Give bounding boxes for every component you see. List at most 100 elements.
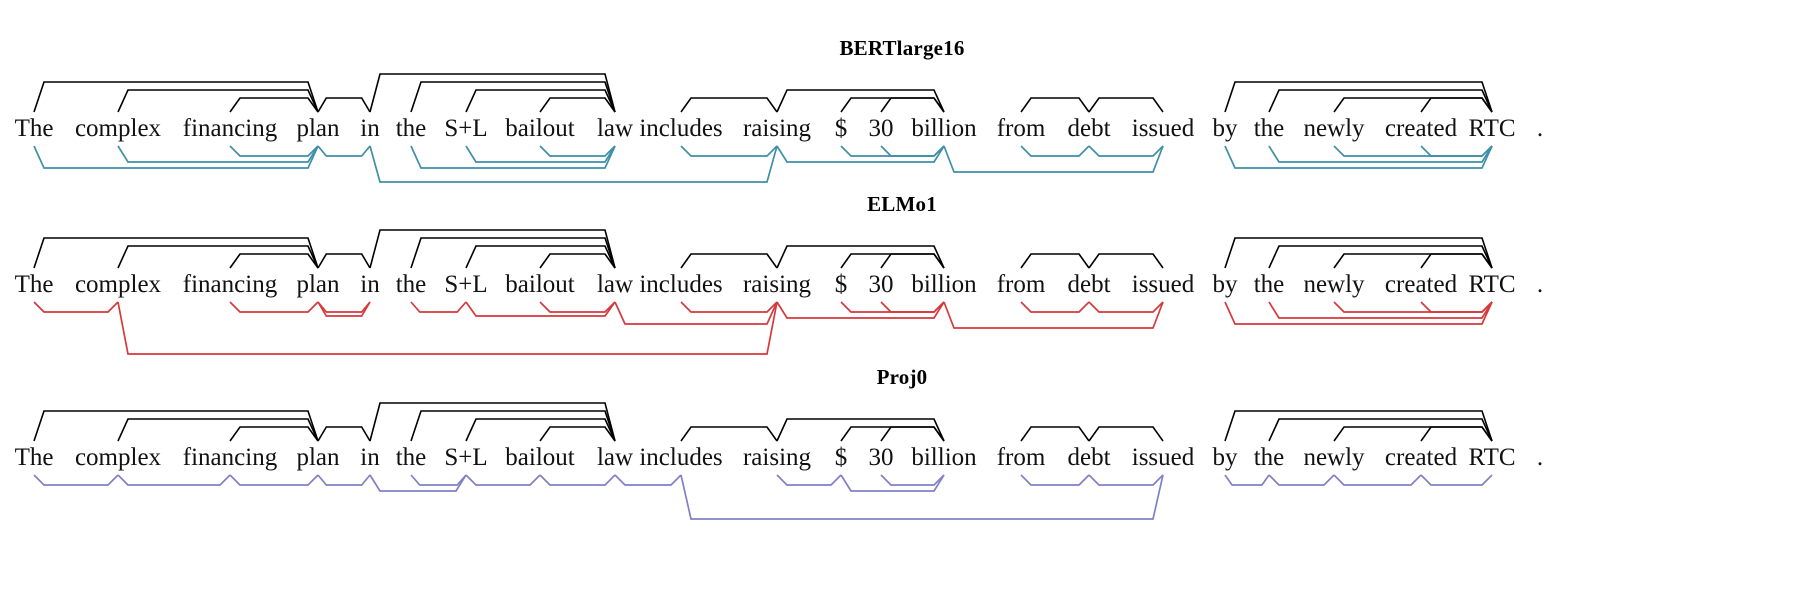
predicted-arc bbox=[1333, 474, 1422, 486]
token: . bbox=[1536, 271, 1544, 298]
predicted-arc bbox=[1268, 474, 1335, 486]
gold-arc bbox=[410, 237, 616, 269]
token: newly bbox=[1303, 444, 1365, 471]
sentence-bertlarge16: The complex financing plan in the S+L bailout la… bbox=[0, 114, 1804, 144]
token: 30 bbox=[868, 444, 894, 471]
token: billion bbox=[911, 115, 977, 142]
predicted-arc bbox=[1333, 301, 1493, 313]
gold-arc bbox=[1224, 237, 1493, 269]
gold-arc bbox=[1088, 253, 1164, 269]
token: RTC bbox=[1468, 444, 1516, 471]
token: plan bbox=[296, 271, 340, 298]
token: debt bbox=[1067, 115, 1111, 142]
token: created bbox=[1384, 271, 1458, 298]
token: The bbox=[14, 115, 54, 142]
token: from bbox=[996, 271, 1046, 298]
token: $ bbox=[834, 444, 848, 471]
gold-arc bbox=[539, 426, 616, 442]
predicted-arc bbox=[539, 145, 616, 157]
gold-arc bbox=[539, 253, 616, 269]
predicted-arc bbox=[1268, 145, 1493, 163]
parse-comparison-figure: BERTlarge16 The complex financing plan in the S… bbox=[0, 0, 1804, 597]
token: financing bbox=[182, 115, 278, 142]
predicted-arc bbox=[1268, 301, 1493, 319]
predicted-arc bbox=[880, 301, 945, 313]
gold-arc bbox=[840, 253, 945, 269]
token: bailout bbox=[505, 444, 575, 471]
predicted-arc bbox=[33, 145, 319, 169]
token: 30 bbox=[868, 115, 894, 142]
gold-arc bbox=[117, 418, 319, 442]
predicted-arc bbox=[317, 301, 371, 317]
token: from bbox=[996, 444, 1046, 471]
gold-arc bbox=[117, 89, 319, 113]
token: the bbox=[1253, 444, 1285, 471]
gold-arc bbox=[465, 418, 616, 442]
predicted-arc bbox=[880, 145, 945, 157]
predicted-arc bbox=[680, 301, 778, 313]
predicted-arc bbox=[614, 301, 778, 325]
gold-arc bbox=[317, 97, 371, 113]
token: raising bbox=[742, 271, 812, 298]
panel-title-bertlarge16: BERTlarge16 bbox=[839, 36, 965, 60]
predicted-arc bbox=[840, 474, 945, 492]
gold-arc bbox=[1268, 418, 1493, 442]
gold-arc bbox=[1224, 410, 1493, 442]
token: raising bbox=[742, 115, 812, 142]
token: from bbox=[996, 115, 1046, 142]
predicted-arc bbox=[840, 145, 945, 157]
token: bailout bbox=[505, 115, 575, 142]
predicted-arc bbox=[680, 145, 778, 157]
token: The bbox=[14, 271, 54, 298]
token: debt bbox=[1067, 271, 1111, 298]
token: by bbox=[1212, 271, 1238, 298]
token: billion bbox=[911, 271, 977, 298]
predicted-arc bbox=[1088, 474, 1164, 486]
predicted-arc bbox=[1420, 301, 1493, 313]
gold-arc bbox=[1088, 426, 1164, 442]
gold-arc bbox=[117, 245, 319, 269]
gold-arc bbox=[776, 89, 945, 113]
predicted-arc bbox=[943, 145, 1164, 173]
gold-arc bbox=[1333, 426, 1493, 442]
token: includes bbox=[639, 115, 723, 142]
gold-arc bbox=[776, 418, 945, 442]
predicted-arc bbox=[680, 474, 1164, 520]
predicted-arc bbox=[465, 301, 616, 317]
gold-arc bbox=[229, 426, 319, 442]
predicted-arc bbox=[1224, 474, 1270, 486]
predicted-arc bbox=[33, 301, 119, 313]
predicted-arc bbox=[840, 301, 945, 313]
token: in bbox=[360, 115, 380, 142]
predicted-arc bbox=[1088, 301, 1164, 313]
gold-arc bbox=[880, 97, 945, 113]
token: newly bbox=[1303, 271, 1365, 298]
gold-arc bbox=[410, 410, 616, 442]
predicted-arc bbox=[776, 474, 842, 486]
token: law bbox=[596, 115, 634, 142]
gold-arc bbox=[369, 73, 616, 113]
gold-arc bbox=[1020, 426, 1090, 442]
token: . bbox=[1536, 444, 1544, 471]
predicted-arc bbox=[117, 301, 778, 355]
token: law bbox=[596, 444, 634, 471]
token: RTC bbox=[1468, 271, 1516, 298]
gold-arc bbox=[680, 426, 778, 442]
predicted-arc bbox=[539, 474, 616, 486]
gold-arc bbox=[776, 245, 945, 269]
predicted-arc bbox=[776, 301, 945, 319]
predicted-arc bbox=[229, 474, 319, 486]
token: includes bbox=[639, 271, 723, 298]
gold-arc bbox=[33, 410, 319, 442]
token: The bbox=[14, 444, 54, 471]
token: includes bbox=[639, 444, 723, 471]
predicted-arc bbox=[1420, 474, 1493, 486]
token: by bbox=[1212, 444, 1238, 471]
token: in bbox=[360, 271, 380, 298]
predicted-arc bbox=[539, 301, 616, 313]
gold-arc bbox=[317, 426, 371, 442]
predicted-arc bbox=[943, 301, 1164, 329]
predicted-arc bbox=[33, 474, 119, 486]
token: created bbox=[1384, 115, 1458, 142]
gold-arc bbox=[880, 253, 945, 269]
